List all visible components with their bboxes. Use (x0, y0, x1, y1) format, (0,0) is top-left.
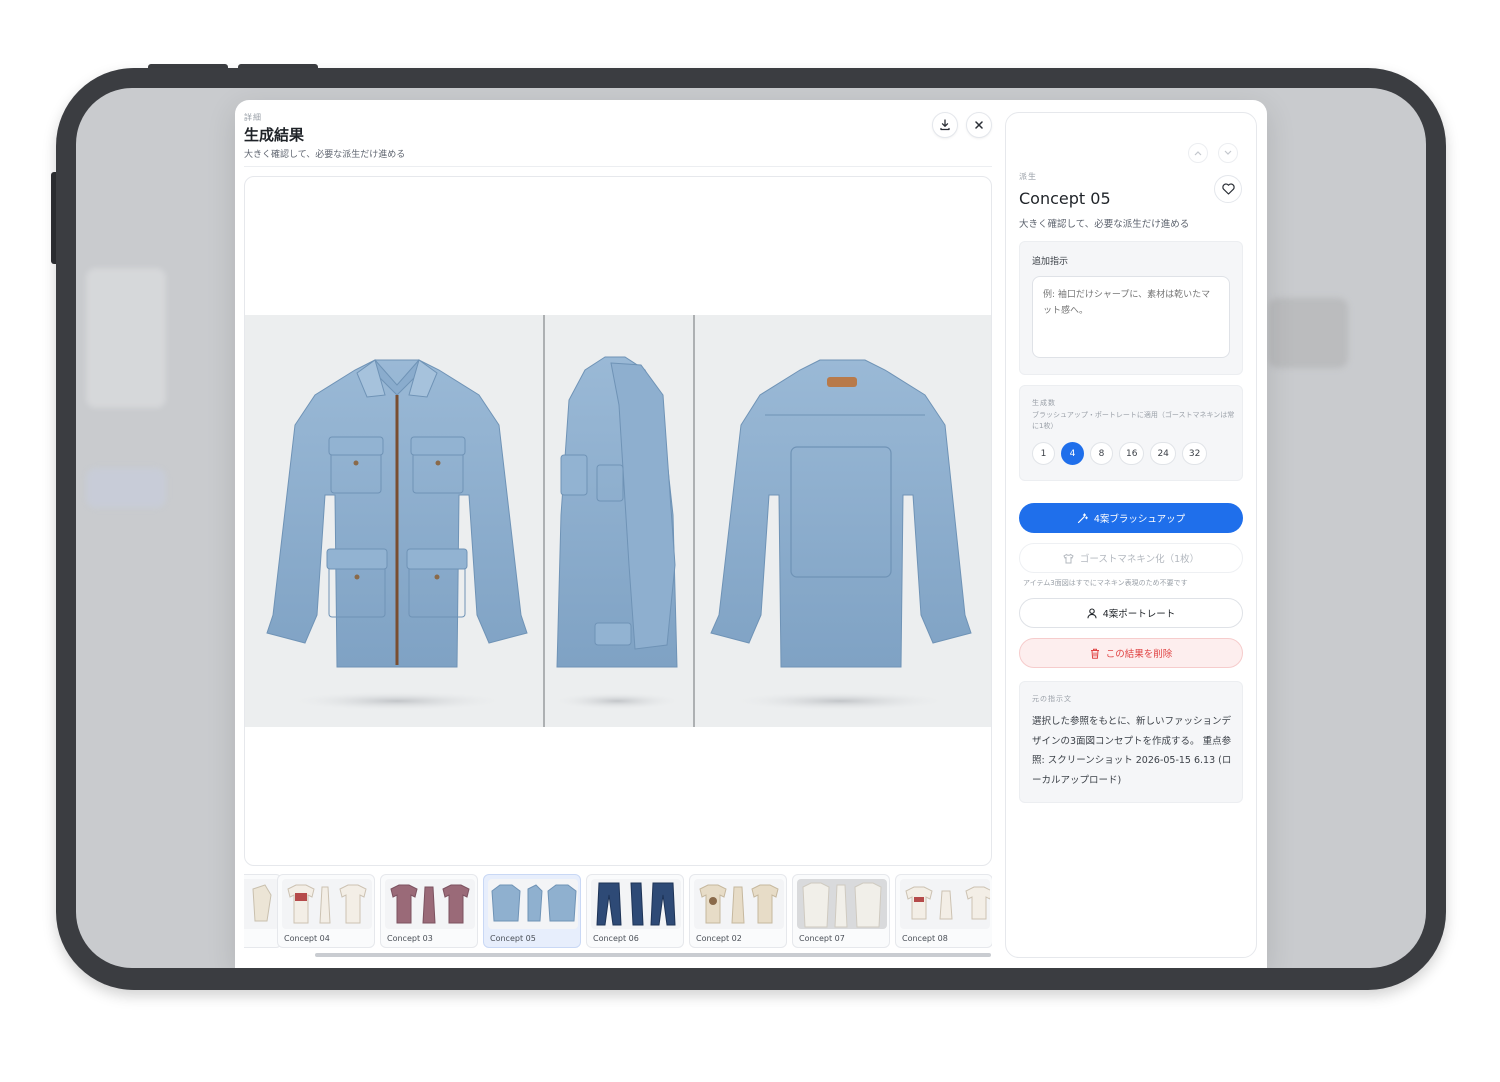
count-option-24[interactable]: 24 (1150, 442, 1176, 465)
count-option-4[interactable]: 4 (1061, 442, 1084, 465)
portrait-button[interactable]: 4案ポートレート (1019, 598, 1243, 628)
concept-image-3-view (245, 315, 991, 727)
background-app-panel (86, 468, 166, 508)
thumbnail-concept-07[interactable]: Concept 07 (792, 874, 890, 948)
tablet-screen: 詳細 生成結果 大きく確認して、必要な派生だけ進める Concept 04 Co… (76, 88, 1426, 968)
prompt-label: 元の指示文 (1032, 695, 1072, 703)
instruction-input[interactable] (1032, 276, 1230, 358)
chevron-down-icon (1224, 150, 1232, 155)
chevron-up-icon (1194, 151, 1202, 156)
original-prompt-card: 元の指示文 選択した参照をもとに、新しいファッションデザインの3面図コンセプトを… (1019, 681, 1243, 803)
thumbnail-concept-02[interactable]: Concept 02 (689, 874, 787, 948)
count-option-32[interactable]: 32 (1181, 442, 1208, 465)
header-divider (244, 166, 992, 167)
magic-wand-icon (1077, 512, 1088, 523)
next-button[interactable] (1218, 143, 1238, 163)
thumbnail-label: Concept 07 (799, 934, 845, 943)
delete-result-button[interactable]: この結果を削除 (1019, 638, 1243, 668)
thumbnail-concept-05[interactable]: Concept 05 (483, 874, 581, 948)
prompt-text: 選択した参照をもとに、新しいファッションデザインの3面図コンセプトを作成する。 … (1032, 716, 1232, 786)
person-icon (1087, 607, 1097, 618)
download-button[interactable] (932, 112, 958, 138)
denim-jacket-illustration (266, 315, 972, 727)
thumbnail-scrollbar[interactable] (315, 953, 991, 957)
modal-eyebrow: 詳細 (244, 113, 262, 122)
instruction-label: 追加指示 (1032, 257, 1069, 267)
count-label: 生成数 (1032, 399, 1056, 407)
image-viewer[interactable] (244, 176, 992, 866)
result-detail-modal: 詳細 生成結果 大きく確認して、必要な派生だけ進める Concept 04 Co… (235, 100, 1267, 968)
close-button[interactable] (966, 112, 992, 138)
portrait-label: 4案ポートレート (1102, 609, 1176, 620)
favorite-button[interactable] (1214, 175, 1242, 203)
thumbnail-label: Concept 03 (387, 934, 433, 943)
ghost-mannequin-button[interactable]: ゴーストマネキン化（1枚） (1019, 543, 1243, 573)
previous-button[interactable] (1188, 143, 1208, 163)
thumbnail-label: Concept 08 (902, 934, 948, 943)
close-icon (975, 121, 983, 129)
count-card: 生成数 ブラッシュアップ・ポートレートに適用（ゴーストマネキンは常に1枚） 14… (1019, 385, 1243, 481)
thumbnail-concept-08[interactable]: Concept 08 (895, 874, 992, 948)
delete-result-label: この結果を削除 (1105, 649, 1173, 660)
thumbnail-label: Concept 05 (490, 934, 536, 943)
thumbnail-label: Concept 04 (284, 934, 330, 943)
thumbnail-concept-04[interactable]: Concept 04 (277, 874, 375, 948)
count-option-8[interactable]: 8 (1090, 442, 1113, 465)
ghost-mannequin-label: ゴーストマネキン化（1枚） (1079, 554, 1200, 565)
thumbnail-strip[interactable]: Concept 04 Concept 03 Concept 05 Concept… (244, 874, 992, 950)
download-icon (940, 119, 950, 131)
count-note: ブラッシュアップ・ポートレートに適用（ゴーストマネキンは常に1枚） (1032, 411, 1235, 430)
thumbnail-concept-06[interactable]: Concept 06 (586, 874, 684, 948)
side-view (556, 356, 678, 668)
thumbnail-label: Concept 06 (593, 934, 639, 943)
panel-eyebrow: 派生 (1019, 172, 1037, 181)
thumbnail-concept-03[interactable]: Concept 03 (380, 874, 478, 948)
result-viewer-section: 詳細 生成結果 大きく確認して、必要な派生だけ進める Concept 04 Co… (235, 100, 999, 968)
count-option-1[interactable]: 1 (1032, 442, 1055, 465)
count-selector: 1 4 8 16 24 32 (1032, 442, 1208, 465)
trash-icon (1090, 648, 1099, 659)
background-app-panel (1268, 298, 1348, 368)
ghost-mannequin-hint: アイテム3面図はすでにマネキン表現のため不要です (1023, 579, 1188, 587)
derivation-panel: 派生 Concept 05 大きく確認して、必要な派生だけ進める 追加指示 生成… (1005, 112, 1257, 958)
thumbnail-label: Concept 02 (696, 934, 742, 943)
shirt-icon (1063, 553, 1074, 563)
background-app-panel (86, 268, 166, 408)
modal-title: 生成結果 (244, 126, 305, 144)
back-view (710, 359, 972, 668)
count-option-16[interactable]: 16 (1119, 442, 1145, 465)
panel-subtitle: 大きく確認して、必要な派生だけ進める (1019, 219, 1190, 230)
panel-title: Concept 05 (1019, 189, 1111, 208)
modal-subtitle: 大きく確認して、必要な派生だけ進める (244, 150, 406, 160)
brushup-label: 4案ブラッシュアップ (1093, 514, 1186, 525)
brushup-button[interactable]: 4案ブラッシュアップ (1019, 503, 1243, 533)
front-view (266, 359, 528, 668)
heart-icon (1221, 183, 1235, 195)
instruction-card: 追加指示 (1019, 241, 1243, 375)
